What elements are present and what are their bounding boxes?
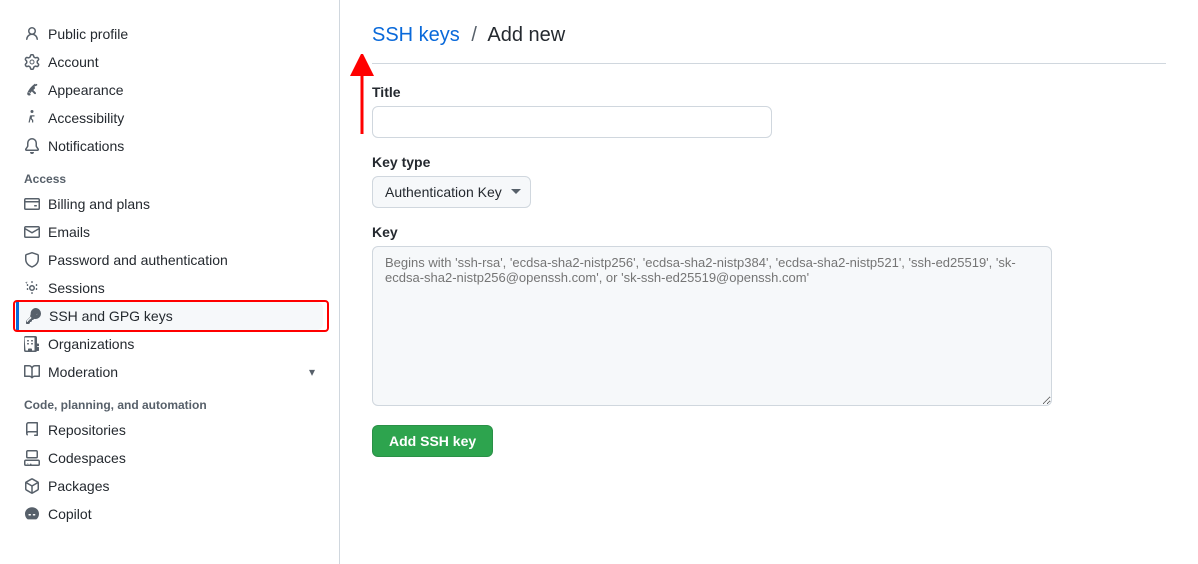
header-divider — [372, 63, 1166, 64]
chevron-down-icon: ▾ — [309, 365, 315, 379]
sidebar-item-password[interactable]: Password and authentication — [16, 246, 323, 274]
key-group: Key — [372, 224, 1166, 409]
sidebar-label-moderation: Moderation — [48, 364, 301, 380]
sidebar-item-sessions[interactable]: Sessions — [16, 274, 323, 302]
keytype-group: Key type Authentication Key Signing Key — [372, 154, 1166, 208]
sidebar-item-public-profile[interactable]: Public profile — [16, 20, 323, 48]
sidebar-item-appearance[interactable]: Appearance — [16, 76, 323, 104]
sidebar-item-organizations[interactable]: Organizations — [16, 330, 323, 358]
breadcrumb-current: Add new — [487, 24, 565, 46]
sidebar-label-accessibility: Accessibility — [48, 110, 315, 126]
page-header: SSH keys / Add new — [372, 24, 1166, 47]
breadcrumb-divider: / — [471, 24, 477, 46]
sidebar-item-accessibility[interactable]: Accessibility — [16, 104, 323, 132]
sidebar-item-emails[interactable]: Emails — [16, 218, 323, 246]
accessibility-icon — [24, 110, 40, 126]
sidebar-label-notifications: Notifications — [48, 138, 315, 154]
sidebar-item-moderation[interactable]: Moderation ▾ — [16, 358, 323, 386]
package-icon — [24, 478, 40, 494]
sidebar-label-repositories: Repositories — [48, 422, 315, 438]
sidebar-label-billing: Billing and plans — [48, 196, 315, 212]
sidebar: Public profile Account Appearance Access… — [0, 0, 340, 564]
breadcrumb-link[interactable]: SSH keys — [372, 24, 460, 46]
gear-icon — [24, 54, 40, 70]
sidebar-item-packages[interactable]: Packages — [16, 472, 323, 500]
sidebar-label-copilot: Copilot — [48, 506, 315, 522]
main-content: SSH keys / Add new Title Key type — [340, 0, 1198, 564]
sidebar-label-ssh-gpg: SSH and GPG keys — [49, 308, 315, 324]
sidebar-item-codespaces[interactable]: Codespaces — [16, 444, 323, 472]
sidebar-label-appearance: Appearance — [48, 82, 315, 98]
org-icon — [24, 336, 40, 352]
shield-icon — [24, 252, 40, 268]
codespaces-icon — [24, 450, 40, 466]
sidebar-item-notifications[interactable]: Notifications — [16, 132, 323, 160]
sidebar-item-ssh-gpg[interactable]: SSH and GPG keys — [16, 302, 323, 330]
sidebar-label-public-profile: Public profile — [48, 26, 315, 42]
sidebar-item-billing[interactable]: Billing and plans — [16, 190, 323, 218]
sidebar-section-access: Access — [16, 160, 323, 190]
add-ssh-key-button[interactable]: Add SSH key — [372, 425, 493, 457]
bell-icon — [24, 138, 40, 154]
key-textarea[interactable] — [372, 246, 1052, 406]
copilot-icon — [24, 506, 40, 522]
sidebar-label-codespaces: Codespaces — [48, 450, 315, 466]
sidebar-label-organizations: Organizations — [48, 336, 315, 352]
key-icon — [25, 308, 41, 324]
breadcrumb: SSH keys / Add new — [372, 24, 1166, 47]
sidebar-label-account: Account — [48, 54, 315, 70]
keytype-select[interactable]: Authentication Key Signing Key — [372, 176, 531, 208]
key-label: Key — [372, 224, 1166, 240]
broadcast-icon — [24, 280, 40, 296]
moderation-icon — [24, 364, 40, 380]
person-icon — [24, 26, 40, 42]
title-label: Title — [372, 84, 1166, 100]
sidebar-label-password: Password and authentication — [48, 252, 315, 268]
title-group: Title — [372, 84, 1166, 138]
sidebar-label-sessions: Sessions — [48, 280, 315, 296]
sidebar-section-code: Code, planning, and automation — [16, 386, 323, 416]
keytype-label: Key type — [372, 154, 1166, 170]
sidebar-label-packages: Packages — [48, 478, 315, 494]
credit-card-icon — [24, 196, 40, 212]
sidebar-item-account[interactable]: Account — [16, 48, 323, 76]
sidebar-item-repositories[interactable]: Repositories — [16, 416, 323, 444]
repo-icon — [24, 422, 40, 438]
mail-icon — [24, 224, 40, 240]
sidebar-label-emails: Emails — [48, 224, 315, 240]
title-input[interactable] — [372, 106, 772, 138]
sidebar-item-copilot[interactable]: Copilot — [16, 500, 323, 528]
paintbrush-icon — [24, 82, 40, 98]
